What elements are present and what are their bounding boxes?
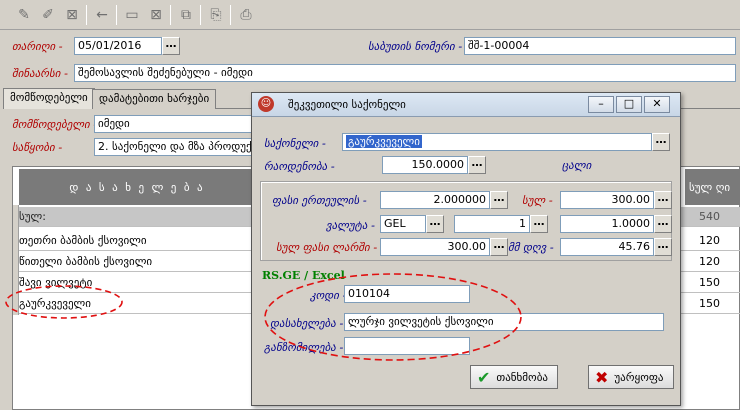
qty-field[interactable]: 150.0000 [382, 156, 468, 174]
dialog-titlebar[interactable]: ☺ შეკვეთილი საქონელი – □ ✕ [252, 93, 680, 117]
vat-label: მმ დღვ - [508, 241, 554, 254]
back-icon[interactable]: ← [92, 5, 112, 25]
dialog-title: შეკვეთილი საქონელი [288, 98, 406, 111]
invoice-label: საბუთის ნომერი - [368, 40, 463, 53]
annotation-ellipse-grid [5, 285, 123, 319]
cancel-label: უარყოფა [614, 370, 664, 384]
ok-button[interactable]: ✔ თანხმობა [470, 365, 558, 389]
lari-label: სულ ფასი ლარში - [276, 241, 378, 254]
warehouse-field[interactable]: 2. საქონელი და მზა პროდუქ [94, 138, 254, 156]
warehouse-label: საწყობი - [12, 141, 63, 154]
currency-field[interactable]: GEL [380, 215, 426, 233]
rate-count-button[interactable]: … [530, 215, 548, 233]
total-lookup-button[interactable]: … [654, 191, 672, 209]
price-lookup-button[interactable]: … [490, 191, 508, 209]
date-label: თარიღი - [12, 40, 63, 53]
row-value: 120 [699, 234, 720, 247]
close-icon[interactable]: ✕ [644, 96, 670, 113]
lari-field[interactable]: 300.00 [380, 238, 490, 256]
cross-icon: ✖ [595, 367, 609, 387]
date-field[interactable]: 05/01/2016 [74, 37, 162, 55]
supplier-label: მომწოდებელი - [12, 118, 98, 131]
price-label: ფასი ერთეულის - [272, 194, 367, 207]
qty-label: რაოდენობა - [264, 160, 335, 173]
copy-icon[interactable]: ⧉ [176, 5, 196, 25]
maximize-icon[interactable]: □ [616, 96, 642, 113]
item-field[interactable]: გაურკვეველი [342, 133, 652, 151]
annotation-ellipse-dialog [264, 273, 522, 361]
cancel-button[interactable]: ✖ უარყოფა [588, 365, 674, 389]
tab-supplier[interactable]: მომწოდებელი [3, 88, 95, 109]
row-name: წითელი ბამბის ქსოვილი [19, 255, 153, 268]
grid-header-name[interactable]: დ ა ს ა ხ ე ლ ე ბ ა [19, 169, 255, 205]
grid-header-total[interactable]: სულ ღი [685, 169, 740, 205]
ok-label: თანხმობა [496, 370, 548, 384]
price-field[interactable]: 2.000000 [380, 191, 490, 209]
rate-count-field[interactable]: 1 [454, 215, 530, 233]
grid-sum-label: სულ: [19, 210, 46, 223]
app-icon: ☺ [258, 96, 274, 112]
item-value: გაურკვეველი [346, 135, 422, 148]
import-icon[interactable]: ⎘ [206, 5, 226, 25]
currency-lookup-button[interactable]: … [426, 215, 444, 233]
date-picker-button[interactable]: … [162, 37, 180, 55]
check-icon: ✔ [477, 367, 491, 387]
content-field[interactable]: შემოსავლის შეძენებული - იმედი [74, 64, 736, 82]
qty-lookup-button[interactable]: … [468, 156, 486, 174]
tab-additional-costs[interactable]: დამატებითი ხარჯები [92, 89, 217, 109]
total-label: სულ - [522, 194, 553, 207]
row-value: 150 [699, 276, 720, 289]
row-value: 120 [699, 255, 720, 268]
total-field[interactable]: 300.00 [560, 191, 654, 209]
lari-lookup-button[interactable]: … [490, 238, 508, 256]
currency-label: ვალუტა - [326, 219, 375, 232]
row-name: თეთრი ბამბის ქსოვილი [19, 234, 147, 247]
rate-lookup-button[interactable]: … [654, 215, 672, 233]
vat-field[interactable]: 45.76 [560, 238, 654, 256]
item-lookup-button[interactable]: … [652, 133, 670, 151]
open-icon[interactable]: ✐ [38, 5, 58, 25]
rate-field[interactable]: 1.0000 [560, 215, 654, 233]
row-value: 150 [699, 297, 720, 310]
supplier-field[interactable]: იმედი [94, 115, 254, 133]
edit-icon[interactable]: ✎ [14, 5, 34, 25]
new-doc-icon[interactable]: ▭ [122, 5, 142, 25]
delete-doc-icon[interactable]: ⊠ [146, 5, 166, 25]
toolbar: ✎ ✐ ⊠ ← ▭ ⊠ ⧉ ⎘ ⎙ [0, 0, 740, 30]
content-label: შინაარსი - [12, 67, 68, 80]
invoice-number-field[interactable]: შშ-1-00004 [464, 37, 736, 55]
unit-label: ცალი [562, 159, 592, 172]
print-icon[interactable]: ⎙ [236, 5, 256, 25]
vat-lookup-button[interactable]: … [654, 238, 672, 256]
item-dialog: ☺ შეკვეთილი საქონელი – □ ✕ საქონელი - გა… [251, 92, 681, 406]
grid-sum-value: 540 [699, 210, 720, 223]
item-label: საქონელი - [264, 137, 326, 150]
delete-icon[interactable]: ⊠ [62, 5, 82, 25]
minimize-icon[interactable]: – [588, 96, 614, 113]
